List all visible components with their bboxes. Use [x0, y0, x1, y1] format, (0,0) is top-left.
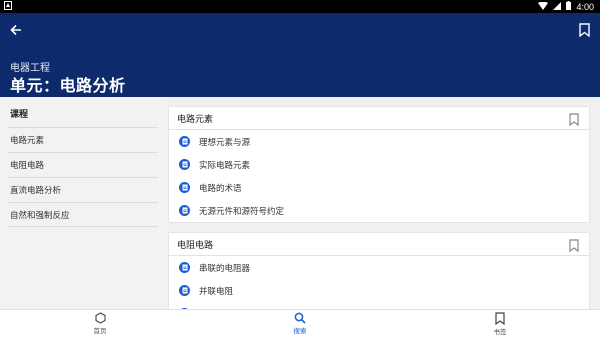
arrow-left-icon [10, 24, 21, 36]
lesson-label: 理想元素与源 [199, 137, 251, 148]
sidebar-item-circuit-elements[interactable]: 电路元素 [8, 127, 158, 152]
bookmark-button[interactable] [574, 20, 594, 40]
lesson-item[interactable]: 无源元件和源符号约定 [169, 199, 589, 222]
document-icon [179, 285, 190, 296]
lesson-item[interactable]: 电路的术语 [169, 176, 589, 199]
sidebar-item-resistive-circuits[interactable]: 电阻电路 [8, 152, 158, 177]
course-sidebar: 课程 电路元素 电阻电路 直流电路分析 自然和强制反应 [0, 97, 167, 309]
lesson-label: 串联的电阻器 [199, 263, 251, 274]
sidebar-heading: 课程 [10, 110, 29, 120]
nav-bookmarks[interactable]: 书签 [470, 312, 530, 336]
document-icon [179, 159, 190, 170]
lesson-item[interactable]: 实际电路元素 [169, 153, 589, 176]
sidebar-item-label: 电路元素 [10, 136, 45, 146]
page-title: 单元：电路分析 [10, 76, 126, 95]
battery-icon [566, 1, 572, 12]
status-bar: 4:00 [0, 0, 600, 13]
wifi-icon [538, 1, 549, 12]
bookmark-icon [495, 312, 505, 325]
signal-icon [553, 1, 562, 12]
section-bookmark-button[interactable] [567, 111, 581, 127]
bookmark-outline-icon [569, 238, 579, 252]
sidebar-item-label: 直流电路分析 [10, 186, 62, 196]
sidebar-item-label: 自然和强制反应 [10, 210, 70, 221]
nav-home[interactable]: 首页 [70, 312, 130, 336]
lesson-label: 并联电阻 [199, 286, 234, 297]
lesson-label: 无源元件和源符号约定 [199, 206, 285, 217]
lessons-list: 电路元素 理想元素与源 实际电路元素 电路的术语 无源元件和源符号约定 电阻电路 [167, 97, 600, 309]
bookmark-outline-icon [569, 112, 579, 126]
document-icon [179, 205, 190, 216]
nav-search[interactable]: 搜索 [270, 312, 330, 336]
document-icon [179, 262, 190, 273]
lesson-item[interactable]: 串联的电阻器 [169, 256, 589, 279]
lesson-label: 实际电路元素 [199, 160, 251, 171]
section-card: 电路元素 理想元素与源 实际电路元素 电路的术语 无源元件和源符号约定 [169, 107, 589, 222]
search-icon [294, 312, 306, 324]
nav-search-label: 搜索 [293, 327, 307, 335]
sidebar-item-label: 电阻电路 [10, 161, 45, 171]
section-title: 电路元素 [177, 114, 214, 125]
back-button[interactable] [6, 20, 26, 40]
app-header: 电器工程 单元：电路分析 [0, 13, 600, 97]
document-icon [179, 182, 190, 193]
sidebar-item-dc-analysis[interactable]: 直流电路分析 [8, 177, 158, 202]
lesson-item[interactable]: 并联电阻 [169, 279, 589, 302]
home-hexagon-icon [94, 312, 106, 324]
section-title: 电阻电路 [177, 240, 214, 251]
section-header: 电阻电路 [169, 233, 589, 256]
lesson-label: 电路的术语 [199, 183, 242, 194]
lesson-item[interactable]: 理想元素与源 [169, 130, 589, 153]
notification-icon [4, 1, 12, 12]
section-bookmark-button[interactable] [567, 237, 581, 253]
section-card: 电阻电路 串联的电阻器 并联电阻 [169, 233, 589, 309]
clock: 4:00 [576, 1, 594, 12]
bookmark-icon [578, 23, 590, 37]
bottom-navigation: 首页 搜索 书签 [0, 309, 600, 337]
nav-bookmarks-label: 书签 [493, 328, 507, 336]
section-header: 电路元素 [169, 107, 589, 130]
nav-home-label: 首页 [93, 327, 107, 335]
document-icon [179, 136, 190, 147]
lesson-item-partial[interactable] [169, 302, 589, 309]
sidebar-item-natural-forced-response[interactable]: 自然和强制反应 [8, 202, 158, 227]
